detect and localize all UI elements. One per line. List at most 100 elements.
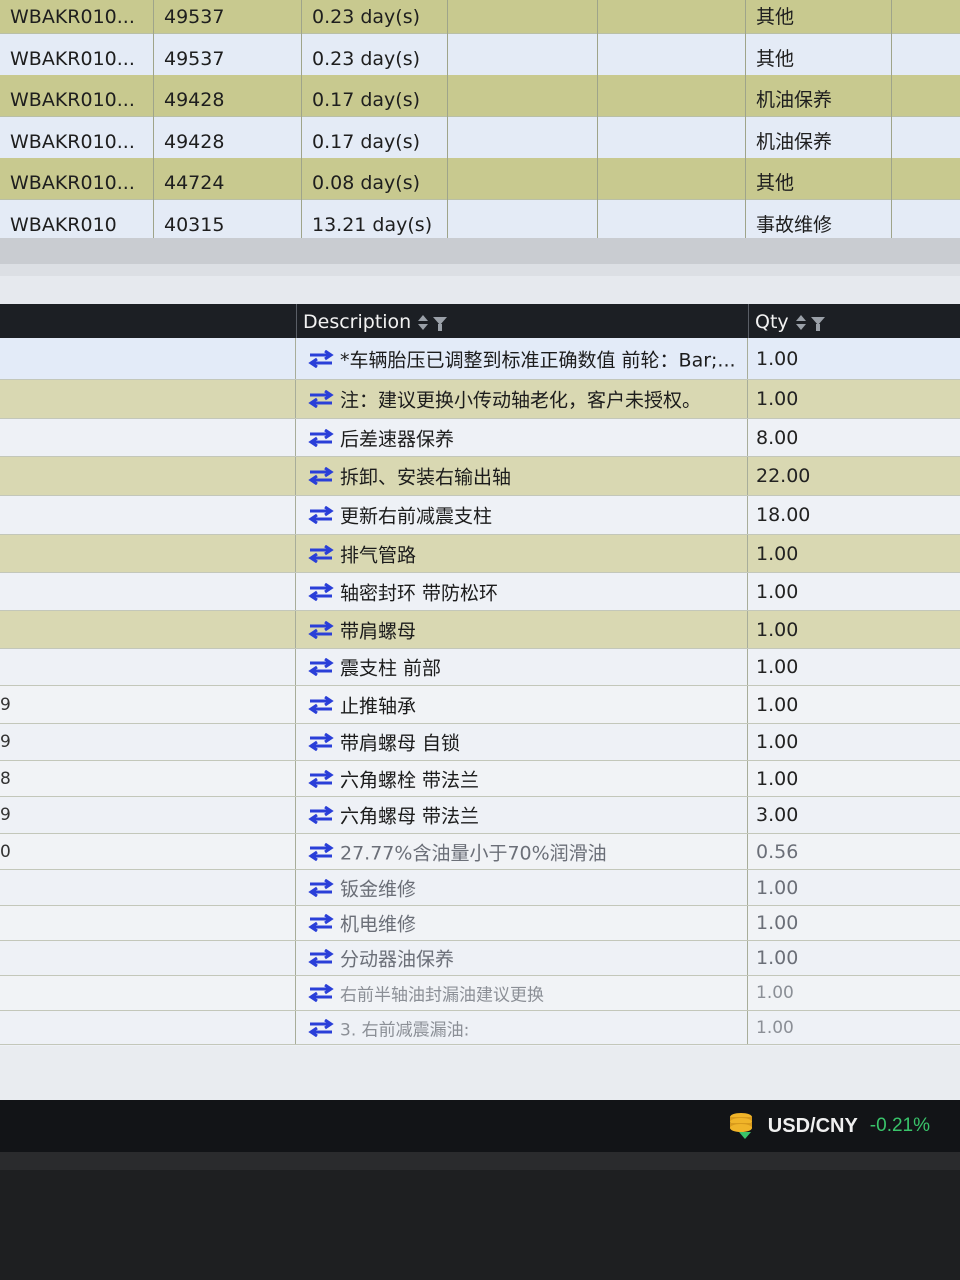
- transfer-arrows-icon[interactable]: [308, 390, 334, 408]
- truncated-cell: 9: [0, 797, 296, 833]
- table-row[interactable]: 震支柱 前部 1.00: [0, 649, 960, 686]
- transfer-arrows-icon[interactable]: [308, 733, 334, 751]
- transfer-arrows-icon[interactable]: [308, 914, 334, 932]
- truncated-cell: [0, 870, 296, 905]
- qty-value: 1.00: [756, 542, 799, 565]
- qty-column-header[interactable]: Qty: [748, 304, 960, 338]
- table-row[interactable]: WBAKR010... 49537 0.23 day(s) 其他: [0, 0, 960, 34]
- table-row[interactable]: 分动器油保养 1.00: [0, 941, 960, 976]
- table-row[interactable]: 0 27.77%含油量小于70%润滑油 0.56: [0, 834, 960, 870]
- truncated-cell: 9: [0, 686, 296, 723]
- transfer-arrows-icon[interactable]: [308, 467, 334, 485]
- table-row[interactable]: WBAKR010... 49428 0.17 day(s) 机油保养: [0, 116, 960, 159]
- table-row[interactable]: WBAKR010 40315 13.21 day(s) 事故维修: [0, 199, 960, 239]
- truncated-cell: [0, 496, 296, 534]
- table-row[interactable]: 钣金维修 1.00: [0, 870, 960, 906]
- transfer-arrows-icon[interactable]: [308, 349, 334, 368]
- truncated-cell: [0, 1011, 296, 1044]
- description-text: 注：建议更换小传动轴老化，客户未授权。: [340, 389, 702, 412]
- empty-cell: [892, 158, 960, 200]
- transfer-arrows-icon[interactable]: [308, 658, 334, 676]
- table-row[interactable]: WBAKR010... 49537 0.23 day(s) 其他: [0, 33, 960, 76]
- qty-cell: 22.00: [748, 457, 960, 495]
- table-row[interactable]: WBAKR010... 44724 0.08 day(s) 其他: [0, 158, 960, 200]
- duration-cell: 0.23 day(s): [302, 0, 448, 34]
- table-row[interactable]: WBAKR010... 49428 0.17 day(s) 机油保养: [0, 75, 960, 117]
- table-row[interactable]: 后差速器保养 8.00: [0, 419, 960, 457]
- transfer-arrows-icon[interactable]: [308, 695, 334, 714]
- description-text: 轴密封环 带防松环: [340, 582, 499, 604]
- description-cell: 钣金维修: [296, 870, 748, 905]
- truncated-cell-text: 8: [0, 768, 11, 789]
- table-row[interactable]: 3. 右前减震漏油: 1.00: [0, 1011, 960, 1045]
- fx-ticker-widget[interactable]: USD/CNY -0.21%: [726, 1108, 930, 1144]
- qty-value: 1.00: [756, 947, 799, 969]
- service-type-cell: 事故维修: [746, 199, 892, 238]
- empty-cell: [892, 200, 960, 239]
- description-text: 更新右前减震支柱: [340, 505, 493, 528]
- qty-value: 1.00: [756, 1017, 794, 1038]
- empty-cell: [448, 199, 598, 238]
- transfer-arrows-icon[interactable]: [308, 428, 334, 447]
- qty-value: 1.00: [756, 983, 794, 1003]
- transfer-arrows-icon[interactable]: [308, 842, 334, 861]
- qty-cell: 1.00: [748, 906, 960, 940]
- vin-cell: WBAKR010...: [0, 158, 154, 200]
- transfer-arrows-icon[interactable]: [308, 949, 334, 967]
- monitor-bezel-edge: [0, 1152, 960, 1170]
- description-text: 带肩螺母 自锁: [340, 732, 461, 755]
- truncated-cell: [0, 457, 296, 495]
- qty-value: 8.00: [756, 426, 799, 449]
- order-number-cell: 49428: [154, 75, 302, 117]
- transfer-arrows-icon[interactable]: [308, 984, 334, 1002]
- filter-icon[interactable]: [433, 315, 448, 331]
- description-cell: *车辆胎压已调整到标准正确数值 前轮：Bar;...: [296, 338, 748, 379]
- order-number-cell: 49537: [154, 33, 302, 76]
- description-text: 右前半轴油封漏油建议更换: [340, 985, 544, 1006]
- empty-cell: [892, 34, 960, 76]
- description-text: 钣金维修: [340, 878, 417, 900]
- transfer-arrows-icon[interactable]: [308, 544, 334, 563]
- panel-divider-band: [0, 238, 960, 264]
- table-row[interactable]: 8 六角螺栓 带法兰 1.00: [0, 761, 960, 797]
- transfer-arrows-icon[interactable]: [308, 806, 334, 824]
- table-row[interactable]: 机电维修 1.00: [0, 906, 960, 941]
- table-row[interactable]: 注：建议更换小传动轴老化，客户未授权。 1.00: [0, 380, 960, 419]
- table-row[interactable]: 轴密封环 带防松环 1.00: [0, 573, 960, 611]
- table-row[interactable]: *车辆胎压已调整到标准正确数值 前轮：Bar;... 1.00: [0, 338, 960, 380]
- duration-cell: 0.23 day(s): [302, 33, 448, 76]
- sort-icon[interactable]: [795, 314, 807, 332]
- table-row[interactable]: 拆卸、安装右输出轴 22.00: [0, 457, 960, 496]
- empty-cell: [892, 117, 960, 159]
- qty-cell: 1.00: [748, 611, 960, 648]
- coin-stack-icon: [729, 1113, 752, 1139]
- description-text: 六角螺栓 带法兰: [340, 769, 480, 791]
- table-row[interactable]: 9 带肩螺母 自锁 1.00: [0, 724, 960, 761]
- transfer-arrows-icon[interactable]: [308, 582, 334, 601]
- truncated-cell: [0, 535, 296, 572]
- sort-icon[interactable]: [417, 314, 429, 332]
- description-cell: 震支柱 前部: [296, 649, 748, 685]
- description-text: 止推轴承: [340, 695, 417, 717]
- table-row[interactable]: 排气管路 1.00: [0, 535, 960, 573]
- transfer-arrows-icon[interactable]: [308, 506, 334, 524]
- qty-cell: 1.00: [748, 1011, 960, 1044]
- transfer-arrows-icon[interactable]: [308, 769, 334, 788]
- qty-cell: 1.00: [748, 941, 960, 975]
- table-row[interactable]: 带肩螺母 1.00: [0, 611, 960, 649]
- truncated-cell: 9: [0, 724, 296, 760]
- transfer-arrows-icon[interactable]: [308, 620, 334, 639]
- truncated-cell-text: 9: [0, 694, 11, 715]
- table-row[interactable]: 9 止推轴承 1.00: [0, 686, 960, 724]
- transfer-arrows-icon[interactable]: [308, 878, 334, 897]
- truncated-cell: [0, 611, 296, 648]
- panel-divider: [0, 238, 960, 304]
- table-row[interactable]: 9 六角螺母 带法兰 3.00: [0, 797, 960, 834]
- transfer-arrows-icon[interactable]: [308, 1018, 334, 1037]
- table-row[interactable]: 右前半轴油封漏油建议更换 1.00: [0, 976, 960, 1011]
- description-column-header[interactable]: Description: [296, 304, 748, 338]
- filter-icon[interactable]: [810, 315, 825, 331]
- table-row[interactable]: 更新右前减震支柱 18.00: [0, 496, 960, 535]
- qty-value: 1.00: [756, 347, 799, 370]
- empty-cell: [448, 116, 598, 159]
